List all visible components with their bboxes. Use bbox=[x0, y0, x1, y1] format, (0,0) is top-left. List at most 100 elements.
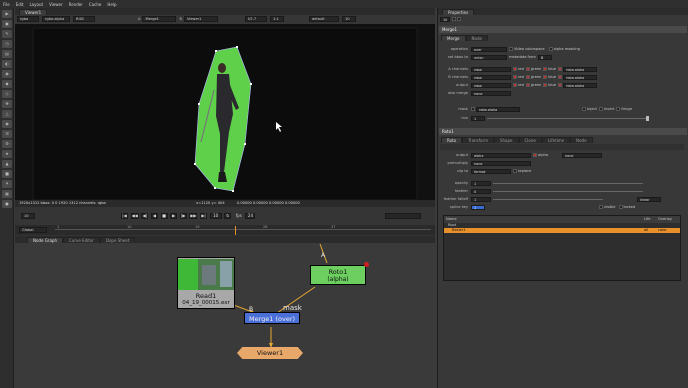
a-blue-checkbox[interactable] bbox=[543, 67, 548, 71]
timeline[interactable]: Global 1 10 19 28 37 bbox=[15, 225, 435, 235]
tab-transform[interactable]: Transform bbox=[462, 137, 494, 143]
transform-icon[interactable]: ✥ bbox=[2, 100, 12, 108]
roto-extra-dropdown[interactable]: none bbox=[561, 152, 602, 158]
fringe-checkbox[interactable] bbox=[616, 107, 621, 111]
tab-merge-node[interactable]: Node bbox=[465, 35, 488, 41]
keyer-icon[interactable]: ◆ bbox=[2, 80, 12, 88]
mix-field[interactable]: 1 bbox=[471, 115, 485, 121]
replace-checkbox[interactable] bbox=[513, 169, 517, 173]
fps-field[interactable]: 24 bbox=[245, 213, 256, 219]
range-mode-dropdown[interactable]: Global bbox=[19, 227, 47, 233]
filter-icon[interactable]: ◉ bbox=[2, 70, 12, 78]
mix-slider-handle[interactable] bbox=[646, 115, 649, 121]
pointer-icon[interactable]: ▶ bbox=[2, 10, 12, 18]
channels-dropdown[interactable]: rgba bbox=[17, 16, 39, 22]
channel-icon[interactable]: ▤ bbox=[2, 50, 12, 58]
menu-file[interactable]: File bbox=[3, 2, 10, 7]
tree-item-bezier1[interactable]: Bezier1 all color bbox=[444, 228, 680, 233]
viewer-node[interactable]: Viewer1 bbox=[237, 347, 303, 359]
merge-panel-header[interactable]: Merge1 bbox=[439, 26, 687, 33]
feather-slider[interactable] bbox=[493, 190, 643, 192]
playhead[interactable] bbox=[235, 226, 236, 235]
a-red-checkbox[interactable] bbox=[513, 67, 517, 71]
prev-key-button[interactable]: ◀◀ bbox=[130, 213, 139, 219]
deep-icon[interactable]: ▦ bbox=[2, 190, 12, 198]
channel-sub-dropdown[interactable]: rgba.alpha bbox=[42, 16, 70, 22]
a-channels-dropdown[interactable]: rgba bbox=[471, 66, 511, 72]
frame-display-field[interactable]: 10 bbox=[21, 213, 35, 219]
roto-layer-tree[interactable]: Name Life Overlay Root Bezier1 all color bbox=[443, 215, 681, 281]
opacity-slider[interactable] bbox=[493, 182, 643, 184]
feather-falloff-field[interactable]: 1 bbox=[471, 196, 491, 202]
image-icon[interactable]: ▣ bbox=[2, 20, 12, 28]
spline-key-field[interactable]: 1 bbox=[471, 204, 485, 210]
opacity-field[interactable]: 1 bbox=[471, 180, 491, 186]
views-icon[interactable]: ◉ bbox=[2, 120, 12, 128]
b-channels-dropdown[interactable]: rgba bbox=[471, 74, 511, 80]
cara-icon[interactable]: ● bbox=[2, 200, 12, 208]
tab-shape[interactable]: Shape bbox=[493, 137, 519, 143]
premultiply-dropdown[interactable]: none bbox=[471, 160, 531, 166]
out-alpha-dropdown[interactable]: rgba.alpha bbox=[563, 82, 598, 88]
color-icon[interactable]: ◐ bbox=[2, 60, 12, 68]
frame-field[interactable]: 10 bbox=[341, 16, 356, 22]
menu-viewer[interactable]: Viewer bbox=[49, 2, 63, 7]
play-back-button[interactable]: ◀ bbox=[150, 213, 158, 219]
out-blue-checkbox[interactable] bbox=[543, 83, 548, 87]
set-bbox-dropdown[interactable]: union bbox=[471, 54, 507, 60]
stop-button[interactable]: ■ bbox=[160, 213, 168, 219]
mask-dropdown[interactable]: rgba.alpha bbox=[476, 106, 520, 112]
proxy-dropdown[interactable]: 1:1 bbox=[269, 16, 284, 22]
a-green-checkbox[interactable] bbox=[525, 67, 530, 71]
merge-icon[interactable]: ◇ bbox=[2, 90, 12, 98]
furnace-icon[interactable]: ▲ bbox=[2, 160, 12, 168]
zoom-dropdown[interactable]: f/2.7 bbox=[244, 16, 267, 22]
a-alpha-dropdown[interactable]: rgba.alpha bbox=[563, 66, 598, 72]
end-frame-field[interactable] bbox=[385, 213, 424, 219]
lock-panels-button[interactable] bbox=[457, 17, 461, 21]
tab-lifetime[interactable]: Lifetime bbox=[541, 137, 571, 143]
locked-checkbox[interactable] bbox=[618, 205, 623, 209]
roto-node[interactable]: Roto1 (alpha) bbox=[310, 265, 366, 285]
draw-icon[interactable]: ✎ bbox=[2, 30, 12, 38]
roto-alpha-checkbox[interactable] bbox=[533, 153, 537, 157]
feather-falloff-slider[interactable] bbox=[493, 198, 603, 200]
menu-cache[interactable]: Cache bbox=[89, 2, 101, 7]
prev-frame-button[interactable]: ◀| bbox=[141, 213, 149, 219]
video-colorspace-checkbox[interactable] bbox=[509, 47, 513, 51]
mask-checkbox[interactable] bbox=[471, 107, 475, 111]
merge-node[interactable]: Merge1 (over) bbox=[244, 312, 300, 324]
toolsets-icon[interactable]: ⚙ bbox=[2, 140, 12, 148]
input-b-dropdown[interactable]: Viewer1 bbox=[183, 16, 218, 22]
read-node[interactable]: Read1 04_19_00015.exr bbox=[177, 257, 235, 309]
input-a-dropdown[interactable]: Merge1 bbox=[142, 16, 177, 22]
operation-dropdown[interactable]: over bbox=[471, 46, 507, 52]
other-icon[interactable]: ★ bbox=[2, 150, 12, 158]
inject-checkbox[interactable] bbox=[582, 107, 586, 111]
last-frame-button[interactable]: ▶| bbox=[200, 213, 208, 219]
first-frame-button[interactable]: |◀ bbox=[121, 213, 128, 219]
node-graph[interactable]: Read1 04_19_00015.exr Roto1 (alpha) Merg… bbox=[15, 243, 435, 388]
out-green-checkbox[interactable] bbox=[525, 83, 530, 87]
max-panels-field[interactable]: 10 bbox=[440, 17, 450, 22]
roto-panel-header[interactable]: Roto1 bbox=[439, 128, 687, 135]
b-blue-checkbox[interactable] bbox=[543, 75, 548, 79]
viewport[interactable] bbox=[15, 24, 435, 201]
3d-icon[interactable]: △ bbox=[2, 110, 12, 118]
menu-help[interactable]: Help bbox=[107, 2, 116, 7]
lut-default-dropdown[interactable]: default bbox=[308, 16, 339, 22]
roto-output-dropdown[interactable]: alpha bbox=[471, 152, 531, 158]
play-button[interactable]: ▶ bbox=[170, 213, 178, 219]
b-red-checkbox[interactable] bbox=[513, 75, 517, 79]
feather-field[interactable]: 0 bbox=[471, 188, 491, 194]
display-channel-dropdown[interactable]: RGB bbox=[73, 16, 95, 22]
out-alpha-checkbox[interactable] bbox=[558, 83, 563, 87]
tab-merge[interactable]: Merge bbox=[441, 35, 466, 41]
tab-properties[interactable]: Properties bbox=[442, 9, 475, 15]
output-dropdown[interactable]: rgba bbox=[471, 82, 511, 88]
tab-roto[interactable]: Roto bbox=[441, 137, 463, 143]
ofx-icon[interactable]: ■ bbox=[2, 170, 12, 178]
loop-button[interactable]: ↻ bbox=[224, 213, 232, 219]
b-alpha-dropdown[interactable]: rgba.alpha bbox=[563, 74, 598, 80]
alpha-masking-checkbox[interactable] bbox=[548, 47, 553, 51]
